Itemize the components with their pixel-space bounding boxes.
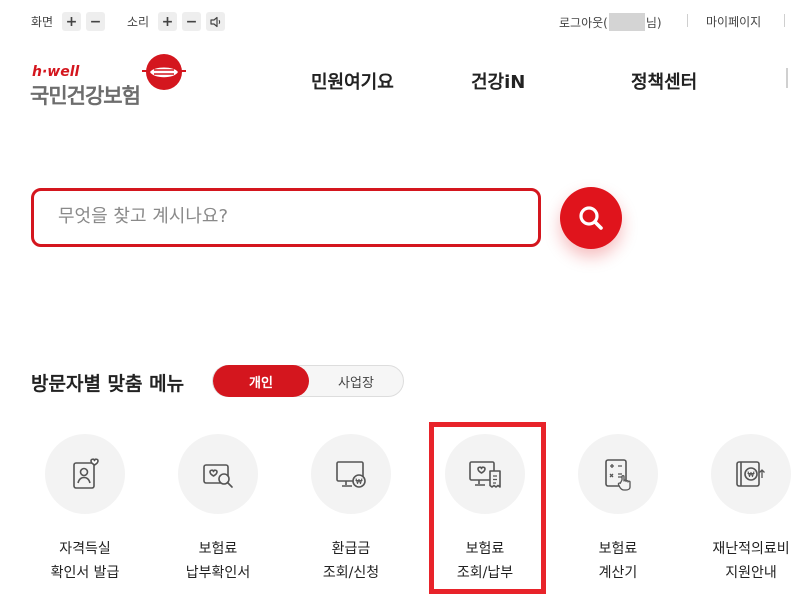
tile-label-line1: 환급금 [331, 541, 371, 557]
tile-icon-circle [711, 434, 791, 514]
toggle-personal[interactable]: 개인 [213, 365, 309, 397]
tile-label-line1: 보험료 [198, 541, 238, 557]
divider [784, 14, 785, 27]
logo-name-text: 국민건강보험 [30, 84, 141, 108]
screen-zoom-in-button[interactable]: + [62, 12, 81, 31]
nav-health-in[interactable]: 건강iN [471, 68, 525, 94]
logo-mark-icon [142, 54, 186, 90]
menu-tile-premium-calculator[interactable]: 보험료 계산기 [558, 433, 678, 593]
tile-label-line2: 지원안내 [725, 565, 777, 581]
volume-up-button[interactable]: + [158, 12, 177, 31]
nhis-logo[interactable]: h·well 국민건강보험 [30, 52, 190, 108]
speaker-icon [209, 16, 220, 27]
menu-tile-payment-certificate[interactable]: 보험료 납부확인서 [158, 433, 278, 593]
tile-icon-circle [45, 434, 125, 514]
tile-icon-circle [578, 434, 658, 514]
tile-label-line2: 조회/신청 [322, 565, 380, 581]
tile-label-line2: 납부확인서 [185, 565, 251, 581]
tile-icon-circle [311, 434, 391, 514]
visitor-type-toggle: 개인 사업장 [212, 365, 404, 397]
visitor-menu-title: 방문자별 맞춤 메뉴 [31, 373, 185, 395]
screen-zoom-out-button[interactable]: − [86, 12, 105, 31]
logout-link[interactable]: 로그아웃( 님) [559, 13, 662, 31]
top-utility-bar: 화면 + − 소리 + − 로그아웃( 님) 마이페이지 [0, 0, 791, 44]
tile-label: 보험료 납부확인서 [158, 537, 278, 585]
tile-icon-circle [178, 434, 258, 514]
tile-label: 보험료 계산기 [558, 537, 678, 585]
toggle-business[interactable]: 사업장 [309, 366, 403, 396]
tile-label-line2: 확인서 발급 [50, 565, 120, 581]
selection-highlight-box [429, 422, 546, 594]
tile-label-line1: 재난적의료비 [712, 541, 790, 557]
search-certificate-icon [203, 464, 233, 488]
tile-label: 환급금 조회/신청 [291, 537, 411, 585]
search-box [31, 188, 541, 247]
nav-divider [786, 68, 788, 88]
divider [687, 14, 688, 27]
logout-suffix: 님) [645, 15, 662, 30]
search-button[interactable] [560, 187, 622, 249]
monitor-won-icon [336, 461, 366, 488]
search-icon [579, 206, 603, 230]
nav-policy-center[interactable]: 정책센터 [631, 68, 697, 94]
menu-tile-qualification-certificate[interactable]: 자격득실 확인서 발급 [25, 433, 145, 593]
tile-label: 자격득실 확인서 발급 [25, 537, 145, 585]
nav-civil-service[interactable]: 민원여기요 [311, 68, 394, 94]
tile-label-line1: 보험료 [598, 541, 638, 557]
speaker-button[interactable] [206, 12, 225, 31]
screen-zoom-label: 화면 [31, 15, 54, 29]
tile-label-line2: 계산기 [598, 565, 638, 581]
mypage-link[interactable]: 마이페이지 [706, 13, 761, 30]
menu-tile-catastrophic-medical[interactable]: 재난적의료비 지원안내 [691, 433, 791, 593]
tile-label: 재난적의료비 지원안내 [691, 537, 791, 585]
menu-tile-refund[interactable]: 환급금 조회/신청 [291, 433, 411, 593]
calculator-icon [605, 459, 631, 491]
search-input[interactable] [58, 206, 518, 227]
user-name-mask [608, 13, 645, 31]
book-won-icon [736, 461, 765, 487]
logo-hwell-text: h·well [32, 64, 80, 80]
sound-label: 소리 [127, 15, 150, 29]
person-certificate-icon [73, 458, 99, 489]
volume-down-button[interactable]: − [182, 12, 201, 31]
tile-label-line1: 자격득실 [59, 541, 111, 557]
logout-label: 로그아웃( [559, 15, 608, 30]
